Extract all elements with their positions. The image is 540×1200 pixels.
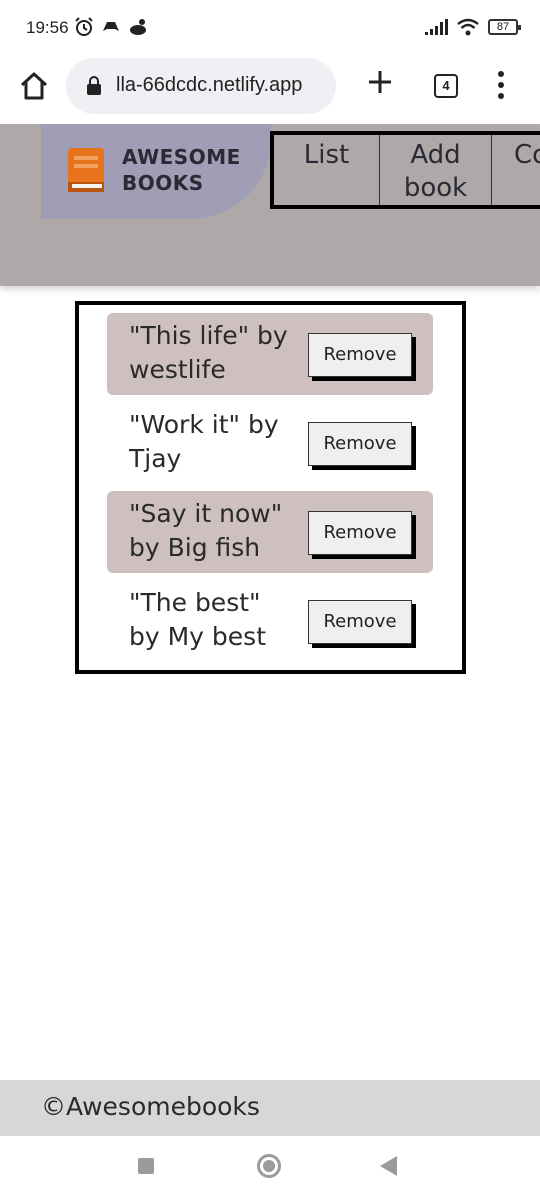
remove-button[interactable]: Remove bbox=[308, 600, 412, 644]
wifi-icon bbox=[457, 18, 479, 36]
battery-icon: 87 bbox=[488, 19, 521, 35]
book-title-line-1: "Say it now" bbox=[129, 499, 283, 528]
remove-button[interactable]: Remove bbox=[308, 422, 412, 466]
url-text: lla-66dcdc.netlify.app bbox=[116, 74, 303, 96]
book-title-line-1: "The best" bbox=[129, 588, 261, 617]
new-tab-icon[interactable] bbox=[366, 68, 394, 96]
address-bar[interactable]: lla-66dcdc.netlify.app bbox=[66, 58, 336, 114]
status-icons-right: 87 bbox=[424, 18, 521, 36]
recents-icon[interactable] bbox=[138, 1158, 154, 1174]
gamepad-icon bbox=[103, 22, 119, 31]
site-header: AWESOME BOOKS List Add book Co bbox=[0, 124, 540, 286]
book-title-line-2: by My best bbox=[129, 622, 266, 651]
logo-line-2: BOOKS bbox=[122, 171, 204, 195]
status-time: 19:56 bbox=[26, 18, 69, 37]
more-menu-icon[interactable] bbox=[496, 70, 506, 100]
book-logo-icon bbox=[68, 148, 104, 192]
book-list: "This life" by westlife Remove "Work it"… bbox=[75, 301, 466, 674]
book-title-line-1: "This life" by bbox=[129, 321, 288, 350]
site-footer: ©Awesomebooks bbox=[0, 1080, 540, 1136]
book-title-line-2: Tjay bbox=[129, 444, 182, 473]
remove-button[interactable]: Remove bbox=[308, 511, 412, 555]
book-title-line-1: "Work it" by bbox=[129, 410, 279, 439]
book-title-line-2: westlife bbox=[129, 355, 226, 384]
back-icon[interactable] bbox=[380, 1156, 397, 1176]
book-title: "Work it" by Tjay bbox=[129, 408, 309, 476]
status-icons-left bbox=[74, 17, 148, 37]
logo-text[interactable]: AWESOME BOOKS bbox=[122, 144, 241, 196]
book-row: "The best" by My best Remove bbox=[107, 580, 433, 662]
book-row: "Work it" by Tjay Remove bbox=[107, 402, 433, 484]
nav-contact[interactable]: Co bbox=[492, 135, 540, 205]
nav-add-book[interactable]: Add book bbox=[380, 135, 492, 205]
nav-add-line-1: Add bbox=[410, 140, 461, 170]
tab-switcher-button[interactable]: 4 bbox=[434, 74, 458, 98]
nav-list[interactable]: List bbox=[274, 135, 380, 205]
book-title: "Say it now" by Big fish bbox=[129, 497, 309, 565]
logo-line-1: AWESOME bbox=[122, 145, 241, 169]
android-nav-bar bbox=[0, 1136, 540, 1200]
signal-icon bbox=[425, 19, 448, 35]
home-circle-icon[interactable] bbox=[257, 1154, 281, 1178]
lock-icon bbox=[87, 76, 101, 95]
remove-button[interactable]: Remove bbox=[308, 333, 412, 377]
book-title-line-2: by Big fish bbox=[129, 533, 261, 562]
book-row: "Say it now" by Big fish Remove bbox=[107, 491, 433, 573]
alarm-icon bbox=[75, 17, 93, 36]
status-bar: 19:56 87 bbox=[0, 0, 540, 58]
home-icon[interactable] bbox=[18, 70, 50, 102]
nav-add-line-2: book bbox=[403, 173, 468, 203]
main-nav: List Add book Co bbox=[270, 131, 540, 209]
browser-toolbar: lla-66dcdc.netlify.app 4 bbox=[0, 58, 540, 124]
book-row: "This life" by westlife Remove bbox=[107, 313, 433, 395]
book-title: "This life" by westlife bbox=[129, 319, 309, 387]
footer-text: ©Awesomebooks bbox=[41, 1092, 260, 1121]
book-title: "The best" by My best bbox=[129, 586, 309, 654]
notification-icon bbox=[130, 19, 146, 35]
